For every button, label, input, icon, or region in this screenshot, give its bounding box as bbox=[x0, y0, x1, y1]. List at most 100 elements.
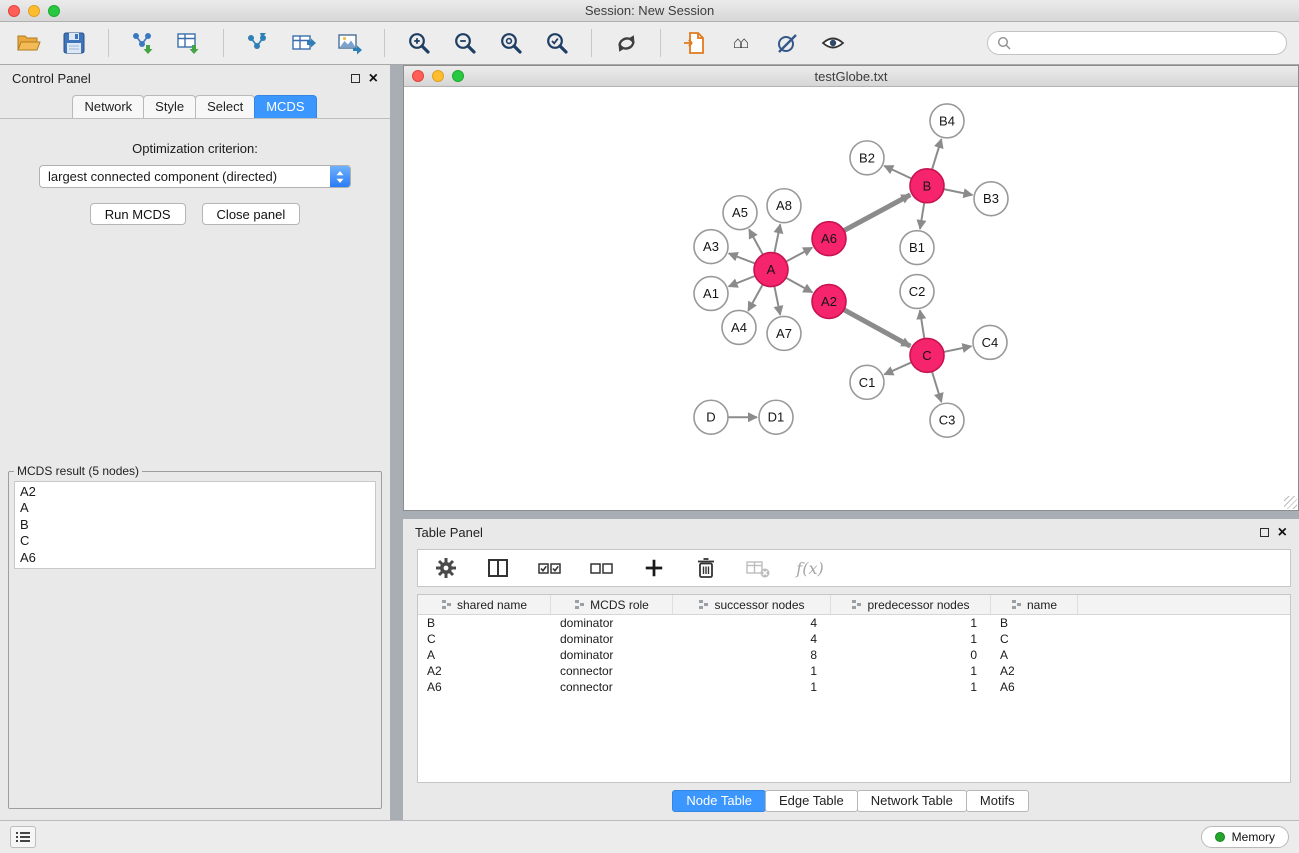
first-neighbors-button[interactable]: ⌂⌂ bbox=[725, 27, 757, 59]
import-file-button[interactable] bbox=[679, 27, 711, 59]
graphics-details-button[interactable] bbox=[771, 27, 803, 59]
tab-style[interactable]: Style bbox=[143, 95, 196, 118]
node-C4[interactable]: C4 bbox=[973, 325, 1007, 359]
node-B2[interactable]: B2 bbox=[850, 141, 884, 175]
zoom-fit-button[interactable] bbox=[495, 27, 527, 59]
delete-row-button[interactable] bbox=[690, 552, 722, 584]
edge-A-A1[interactable] bbox=[729, 276, 756, 287]
node-D1[interactable]: D1 bbox=[759, 400, 793, 434]
export-image-button[interactable] bbox=[334, 27, 366, 59]
import-table-button[interactable] bbox=[173, 27, 205, 59]
node-A6[interactable]: A6 bbox=[812, 222, 846, 256]
edge-C-C2[interactable] bbox=[920, 310, 924, 338]
node-A2[interactable]: A2 bbox=[812, 285, 846, 319]
mcds-result-item[interactable]: A bbox=[20, 500, 370, 516]
optimization-dropdown[interactable]: largest connected component (directed) bbox=[39, 165, 351, 188]
mcds-result-list[interactable]: A2ABCA6 bbox=[14, 481, 376, 569]
fullscreen-window-button[interactable] bbox=[48, 5, 60, 17]
import-network-button[interactable] bbox=[127, 27, 159, 59]
node-A1[interactable]: A1 bbox=[694, 277, 728, 311]
node-D[interactable]: D bbox=[694, 400, 728, 434]
table-row[interactable]: Adominator80A bbox=[418, 647, 1290, 663]
network-close-button[interactable] bbox=[412, 70, 424, 82]
edge-B-B1[interactable] bbox=[920, 203, 924, 229]
edge-C-C4[interactable] bbox=[944, 346, 972, 352]
node-B4[interactable]: B4 bbox=[930, 104, 964, 138]
task-history-button[interactable] bbox=[10, 826, 36, 848]
table-row[interactable]: A6connector11A6 bbox=[418, 679, 1290, 695]
edge-B-B4[interactable] bbox=[932, 139, 941, 170]
table-settings-button[interactable] bbox=[430, 552, 462, 584]
edge-A2-C[interactable] bbox=[844, 310, 910, 347]
edge-A-A5[interactable] bbox=[749, 229, 763, 254]
tab-network-table[interactable]: Network Table bbox=[857, 790, 967, 812]
node-C[interactable]: C bbox=[910, 338, 944, 372]
column-header-mcds-role[interactable]: MCDS role bbox=[551, 595, 673, 614]
deselect-all-button[interactable] bbox=[586, 552, 618, 584]
node-A4[interactable]: A4 bbox=[722, 310, 756, 344]
edge-A-A4[interactable] bbox=[748, 284, 763, 310]
export-network-button[interactable] bbox=[242, 27, 274, 59]
edge-C-C3[interactable] bbox=[932, 372, 941, 403]
node-A[interactable]: A bbox=[754, 253, 788, 287]
tab-edge-table[interactable]: Edge Table bbox=[765, 790, 858, 812]
zoom-selected-button[interactable] bbox=[541, 27, 573, 59]
export-table-button[interactable] bbox=[288, 27, 320, 59]
open-session-button[interactable] bbox=[12, 27, 44, 59]
node-A5[interactable]: A5 bbox=[723, 196, 757, 230]
search-input[interactable] bbox=[1016, 36, 1277, 51]
apply-layout-button[interactable] bbox=[610, 27, 642, 59]
resize-grip[interactable] bbox=[1284, 496, 1297, 509]
column-header-predecessor-nodes[interactable]: predecessor nodes bbox=[831, 595, 991, 614]
tab-select[interactable]: Select bbox=[195, 95, 255, 118]
table-row[interactable]: Cdominator41C bbox=[418, 631, 1290, 647]
tab-motifs[interactable]: Motifs bbox=[966, 790, 1029, 812]
edge-B-B2[interactable] bbox=[884, 166, 911, 179]
tab-mcds[interactable]: MCDS bbox=[254, 95, 316, 118]
edge-A-A2[interactable] bbox=[786, 278, 812, 293]
birds-eye-button[interactable] bbox=[817, 27, 849, 59]
save-session-button[interactable] bbox=[58, 27, 90, 59]
network-zoom-button[interactable] bbox=[452, 70, 464, 82]
node-A8[interactable]: A8 bbox=[767, 189, 801, 223]
zoom-out-button[interactable] bbox=[449, 27, 481, 59]
close-panel-button[interactable]: Close panel bbox=[202, 203, 301, 225]
column-header-shared-name[interactable]: shared name bbox=[418, 595, 551, 614]
node-C2[interactable]: C2 bbox=[900, 275, 934, 309]
close-window-button[interactable] bbox=[8, 5, 20, 17]
node-B1[interactable]: B1 bbox=[900, 231, 934, 265]
edge-A6-B[interactable] bbox=[844, 195, 910, 231]
mcds-result-item[interactable]: A6 bbox=[20, 550, 370, 566]
edge-C-C1[interactable] bbox=[884, 362, 911, 374]
minimize-window-button[interactable] bbox=[28, 5, 40, 17]
edge-A-A7[interactable] bbox=[774, 286, 780, 315]
edge-B-B3[interactable] bbox=[944, 189, 973, 195]
memory-button[interactable]: Memory bbox=[1201, 826, 1289, 848]
mcds-result-item[interactable]: C bbox=[20, 533, 370, 549]
network-graph[interactable]: B4 B2 B B3 A5 A8 A6 A3 A B1 A1 A2 C2 A4 A7 C4 C C1 D D1 C3 bbox=[404, 87, 1298, 510]
show-columns-button[interactable] bbox=[482, 552, 514, 584]
node-B3[interactable]: B3 bbox=[974, 182, 1008, 216]
network-canvas[interactable]: B4 B2 B B3 A5 A8 A6 A3 A B1 A1 A2 C2 A4 A7 C4 C C1 D D1 C3 bbox=[404, 87, 1298, 510]
search-box[interactable] bbox=[987, 31, 1287, 55]
mcds-result-item[interactable]: A2 bbox=[20, 484, 370, 500]
function-builder-button[interactable]: f(x) bbox=[794, 552, 826, 584]
float-table-panel-icon[interactable] bbox=[1260, 528, 1269, 537]
select-all-button[interactable] bbox=[534, 552, 566, 584]
network-minimize-button[interactable] bbox=[432, 70, 444, 82]
add-row-button[interactable] bbox=[638, 552, 670, 584]
node-C1[interactable]: C1 bbox=[850, 365, 884, 399]
node-B[interactable]: B bbox=[910, 169, 944, 203]
run-mcds-button[interactable]: Run MCDS bbox=[90, 203, 186, 225]
edge-A-A8[interactable] bbox=[774, 224, 780, 253]
close-table-panel-icon[interactable]: × bbox=[1278, 525, 1287, 541]
float-panel-icon[interactable] bbox=[351, 74, 360, 83]
zoom-in-button[interactable] bbox=[403, 27, 435, 59]
edge-A-A3[interactable] bbox=[729, 253, 755, 263]
tab-network[interactable]: Network bbox=[72, 95, 144, 118]
edge-A-A6[interactable] bbox=[786, 248, 812, 262]
node-A7[interactable]: A7 bbox=[767, 316, 801, 350]
node-A3[interactable]: A3 bbox=[694, 230, 728, 264]
column-header-successor-nodes[interactable]: successor nodes bbox=[673, 595, 831, 614]
node-C3[interactable]: C3 bbox=[930, 403, 964, 437]
